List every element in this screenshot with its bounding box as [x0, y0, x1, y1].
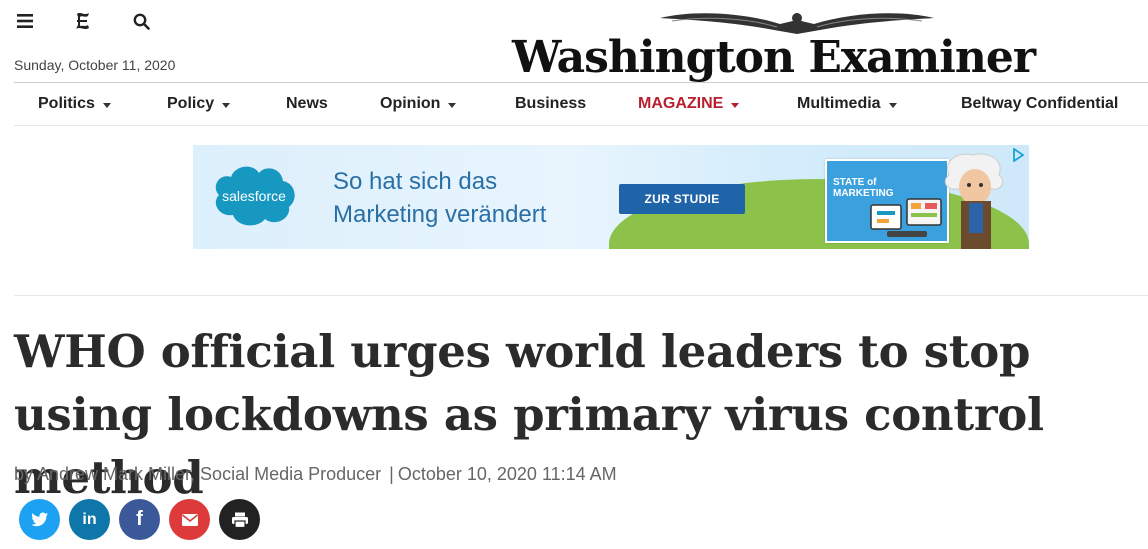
- current-date: Sunday, October 11, 2020: [14, 57, 176, 73]
- advertisement-banner[interactable]: salesforce So hat sich das Marketing ver…: [193, 145, 1029, 249]
- nav-item-magazine[interactable]: MAGAZINE: [638, 95, 740, 113]
- site-header: Sunday, October 11, 2020 Washington Exam…: [0, 0, 1148, 83]
- linkedin-icon: in: [82, 510, 97, 528]
- caret-down-icon: [222, 102, 231, 108]
- twitter-icon: [30, 512, 48, 526]
- nav-label: Multimedia: [797, 95, 881, 112]
- ad-headline-line2: Marketing verändert: [333, 201, 547, 228]
- nav-label: Politics: [38, 95, 95, 112]
- caret-down-icon: [731, 102, 740, 108]
- ad-headline-line1: So hat sich das: [333, 168, 498, 195]
- nav-label: Policy: [167, 95, 215, 112]
- ad-choices-icon[interactable]: [1011, 148, 1025, 162]
- main-navigation: Politics Policy News Opinion Business MA…: [14, 83, 1148, 125]
- article-byline: by Andrew Mark Miller, Social Media Prod…: [14, 464, 617, 485]
- caret-down-icon: [888, 102, 897, 108]
- content-divider: [14, 295, 1148, 296]
- share-facebook-button[interactable]: f: [119, 499, 160, 540]
- search-icon[interactable]: [130, 10, 152, 32]
- nav-divider: [14, 125, 1148, 126]
- share-email-button[interactable]: [169, 499, 210, 540]
- header-icons: [14, 10, 152, 32]
- salesforce-logo: salesforce: [215, 166, 295, 226]
- ad-cta-button[interactable]: ZUR STUDIE: [619, 184, 745, 214]
- nav-item-multimedia[interactable]: Multimedia: [797, 95, 897, 113]
- nav-label: Opinion: [380, 95, 441, 112]
- article-author[interactable]: by Andrew Mark Miller, Social Media Prod…: [14, 464, 381, 484]
- article-timestamp: October 10, 2020 11:14 AM: [397, 464, 617, 484]
- ad-report-image: STATE of MARKETING: [825, 159, 949, 243]
- menu-icon[interactable]: [14, 10, 36, 32]
- nav-item-business[interactable]: Business: [515, 95, 586, 113]
- print-icon: [231, 512, 248, 528]
- ad-headline: So hat sich das Marketing verändert: [333, 165, 546, 231]
- caret-down-icon: [102, 102, 111, 108]
- nav-item-news[interactable]: News: [286, 95, 328, 113]
- nav-label: Beltway Confidential: [961, 95, 1119, 112]
- ad-report-title-line1: STATE of: [833, 177, 877, 188]
- nav-item-beltway-confidential[interactable]: Beltway Confidential: [961, 95, 1118, 113]
- share-print-button[interactable]: [219, 499, 260, 540]
- nav-label: MAGAZINE: [638, 95, 724, 112]
- einstein-mascot-icon: [944, 153, 1004, 249]
- share-twitter-button[interactable]: [19, 499, 60, 540]
- ad-brand: salesforce: [222, 188, 286, 204]
- nav-item-opinion[interactable]: Opinion: [380, 95, 457, 113]
- nav-item-policy[interactable]: Policy: [167, 95, 231, 113]
- byline-separator: |: [389, 464, 394, 484]
- email-icon: [181, 513, 198, 526]
- facebook-icon: f: [136, 508, 143, 530]
- nav-label: Business: [515, 95, 587, 112]
- share-buttons: in f: [19, 499, 269, 540]
- logo-wordmark: Washington Examiner: [512, 32, 1036, 83]
- logo-mark-icon[interactable]: [72, 10, 94, 32]
- nav-label: News: [286, 95, 328, 112]
- caret-down-icon: [448, 102, 457, 108]
- site-logo[interactable]: Washington Examiner: [512, 8, 1036, 83]
- share-linkedin-button[interactable]: in: [69, 499, 110, 540]
- nav-item-politics[interactable]: Politics: [38, 95, 111, 113]
